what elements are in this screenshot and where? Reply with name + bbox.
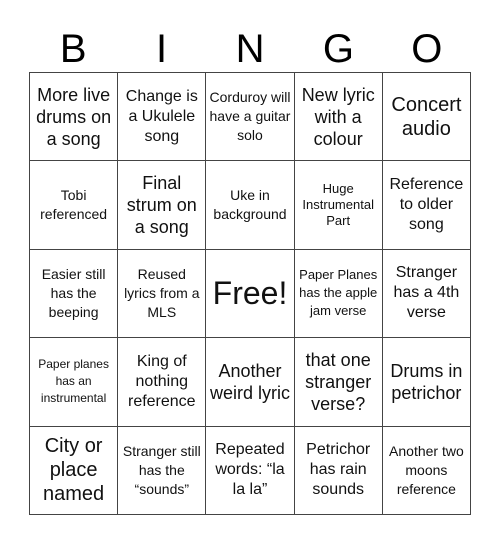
cell-text: Tobi referenced — [40, 187, 108, 223]
bingo-cell[interactable]: Tobi referenced — [30, 161, 119, 250]
cell-text: Reused lyrics from a MLS — [124, 265, 200, 320]
bingo-cell[interactable]: Huge Instrumental Part — [294, 161, 383, 250]
bingo-cell[interactable]: Another two moons reference — [382, 426, 471, 515]
header-letter-i: I — [156, 27, 168, 71]
bingo-cell[interactable]: Easier still has the beeping — [30, 249, 119, 339]
cell-text: Reference to older song — [389, 176, 464, 234]
cell-text: Another two moons reference — [389, 442, 464, 497]
bingo-grid: More live drums on a song Change is a Uk… — [29, 72, 471, 515]
cell-text: Change is a Ukulele song — [125, 87, 198, 145]
bingo-cell[interactable]: Uke in background — [206, 161, 295, 250]
bingo-cell[interactable]: Another weird lyric — [206, 338, 295, 427]
cell-text: Paper Planes has the apple jam verse — [299, 267, 378, 319]
cell-text: More live drums on a song — [36, 84, 112, 149]
cell-text: Repeated words: “la la la” — [215, 441, 285, 499]
cell-text: Easier still has the beeping — [41, 265, 106, 320]
bingo-cell[interactable]: New lyric with a colour — [294, 73, 383, 162]
bingo-cell[interactable]: Corduroy will have a guitar solo — [206, 73, 295, 162]
cell-text: King of nothing reference — [127, 352, 196, 410]
cell-text: City or place named — [43, 435, 105, 506]
bingo-cell[interactable]: City or place named — [30, 426, 119, 515]
bingo-cell[interactable]: Stranger has a 4th verse — [382, 249, 471, 339]
bingo-cell[interactable]: Drums in petrichor — [382, 338, 471, 427]
header-letter-b: B — [59, 27, 87, 71]
bingo-cell[interactable]: More live drums on a song — [30, 73, 119, 162]
cell-text: Final strum on a song — [126, 173, 197, 238]
bingo-cell[interactable]: King of nothing reference — [118, 338, 207, 427]
header-letter-o: O — [411, 27, 443, 71]
cell-text: Stranger has a 4th verse — [393, 264, 460, 322]
cell-text: Huge Instrumental Part — [302, 181, 374, 229]
bingo-header: B I N G O — [29, 26, 471, 72]
bingo-cell[interactable]: Concert audio — [382, 73, 471, 162]
bingo-cell[interactable]: Change is a Ukulele song — [118, 73, 207, 162]
header-letter-g: G — [322, 27, 354, 71]
bingo-cell[interactable]: Petrichor has rain sounds — [294, 426, 383, 515]
cell-text: Concert audio — [391, 93, 462, 140]
cell-text: Paper planes has an instrumental — [38, 357, 109, 406]
bingo-cell[interactable]: Reused lyrics from a MLS — [118, 249, 207, 339]
bingo-cell[interactable]: that one stranger verse? — [294, 338, 383, 427]
cell-text: Stranger still has the “sounds” — [122, 442, 201, 497]
cell-text: Uke in background — [213, 187, 287, 223]
bingo-cell[interactable]: Paper Planes has the apple jam verse — [294, 249, 383, 339]
free-space-cell[interactable]: Free! — [206, 249, 295, 339]
header-letter-n: N — [235, 27, 265, 71]
bingo-cell[interactable]: Stranger still has the “sounds” — [118, 426, 207, 515]
cell-text: Corduroy will have a guitar solo — [209, 89, 291, 144]
cell-text: Another weird lyric — [209, 360, 290, 403]
bingo-cell[interactable]: Paper planes has an instrumental — [30, 338, 119, 427]
cell-text: New lyric with a colour — [301, 84, 375, 149]
cell-text: that one stranger verse? — [305, 349, 372, 414]
bingo-cell[interactable]: Repeated words: “la la la” — [206, 426, 295, 515]
cell-text: Petrichor has rain sounds — [306, 441, 371, 499]
bingo-cell[interactable]: Final strum on a song — [118, 161, 207, 250]
bingo-cell[interactable]: Reference to older song — [382, 161, 471, 250]
free-space-text: Free! — [212, 275, 288, 312]
cell-text: Drums in petrichor — [390, 360, 463, 403]
